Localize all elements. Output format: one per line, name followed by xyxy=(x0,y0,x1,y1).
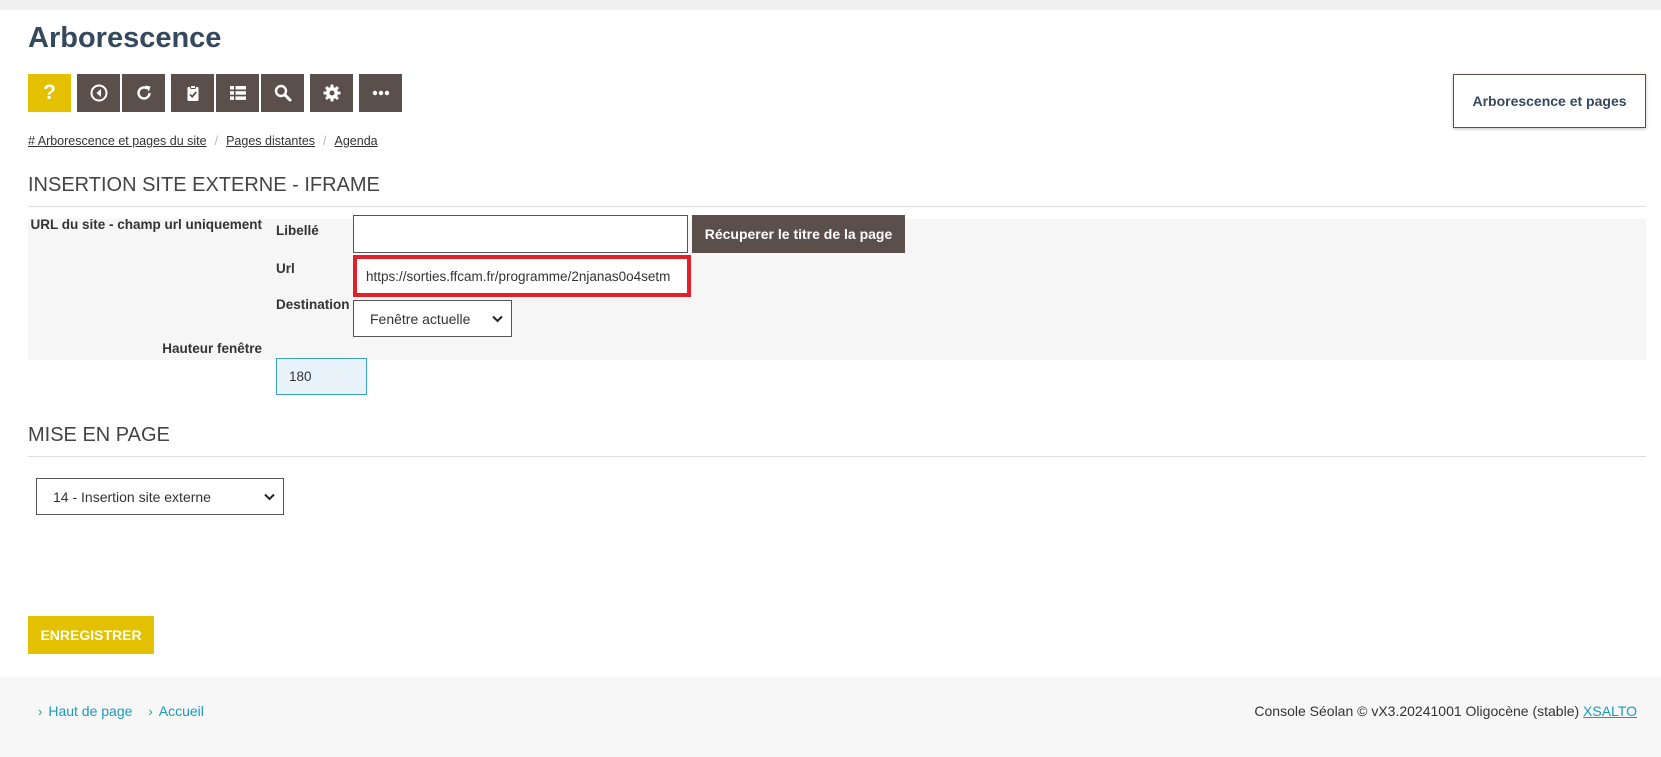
back-circle-icon xyxy=(90,84,107,102)
save-button[interactable]: ENREGISTRER xyxy=(28,616,154,654)
footer-console-info: Console Séolan © vX3.20241001 Oligocène … xyxy=(1254,703,1637,719)
refresh-button[interactable] xyxy=(122,74,165,112)
window-height-label: Hauteur fenêtre xyxy=(162,341,262,356)
destination-label: Destination xyxy=(276,297,350,312)
libelle-label: Libellé xyxy=(276,223,319,238)
destination-select[interactable]: Fenêtre actuelle xyxy=(353,300,512,337)
tree-pages-label: Arborescence et pages xyxy=(1472,93,1627,109)
list-icon xyxy=(229,86,246,100)
footer: › Haut de page › Accueil Console Séolan … xyxy=(0,677,1661,757)
help-button[interactable]: ? xyxy=(28,74,71,112)
help-icon: ? xyxy=(43,81,56,104)
url-input[interactable] xyxy=(353,255,691,297)
list-button[interactable] xyxy=(216,74,259,112)
gear-icon xyxy=(323,84,340,102)
breadcrumb-separator: / xyxy=(214,134,219,148)
section-title-layout: MISE EN PAGE xyxy=(28,424,1646,457)
breadcrumb-item-remote-pages[interactable]: Pages distantes xyxy=(226,134,315,148)
back-to-top-link[interactable]: › Haut de page xyxy=(38,703,132,719)
home-link[interactable]: › Accueil xyxy=(148,703,203,719)
url-label: Url xyxy=(276,261,295,276)
settings-button[interactable] xyxy=(310,74,353,112)
toolbar: ? xyxy=(28,74,404,112)
libelle-input[interactable] xyxy=(353,215,688,253)
search-button[interactable] xyxy=(261,74,304,112)
more-button[interactable] xyxy=(359,74,402,112)
fetch-page-title-button[interactable]: Récuperer le titre de la page xyxy=(692,215,905,253)
section-title-iframe: INSERTION SITE EXTERNE - IFRAME xyxy=(28,174,1646,207)
page-title: Arborescence xyxy=(28,22,222,54)
chevron-right-icon: › xyxy=(148,703,153,719)
destination-value: Fenêtre actuelle xyxy=(370,310,471,327)
clipboard-button[interactable] xyxy=(171,74,214,112)
home-label: Accueil xyxy=(158,703,204,719)
console-version-text: Console Séolan © vX3.20241001 Oligocène … xyxy=(1254,703,1580,719)
chevron-down-icon xyxy=(492,315,503,322)
refresh-icon xyxy=(136,85,151,100)
layout-value: 14 - Insertion site externe xyxy=(53,488,211,505)
layout-select[interactable]: 14 - Insertion site externe xyxy=(36,478,284,515)
chevron-right-icon: › xyxy=(38,703,43,719)
more-icon xyxy=(372,90,389,96)
clipboard-check-icon xyxy=(187,85,198,101)
breadcrumb-item-agenda[interactable]: Agenda xyxy=(335,134,378,148)
xsalto-link[interactable]: XSALTO xyxy=(1583,703,1637,719)
breadcrumb-separator: / xyxy=(323,134,327,148)
breadcrumb: # Arborescence et pages du site / Pages … xyxy=(28,134,378,148)
url-field-label: URL du site - champ url uniquement xyxy=(30,217,262,232)
window-height-input[interactable] xyxy=(276,358,367,395)
tree-pages-panel-button[interactable]: Arborescence et pages xyxy=(1453,74,1646,128)
chevron-down-icon xyxy=(264,493,275,500)
main-page: Arborescence ? Arborescence et pages # A… xyxy=(0,10,1661,757)
back-to-top-label: Haut de page xyxy=(48,703,133,719)
search-icon xyxy=(274,84,291,102)
breadcrumb-item-tree[interactable]: # Arborescence et pages du site xyxy=(28,134,207,148)
footer-links: › Haut de page › Accueil xyxy=(38,703,220,719)
back-button[interactable] xyxy=(77,74,120,112)
